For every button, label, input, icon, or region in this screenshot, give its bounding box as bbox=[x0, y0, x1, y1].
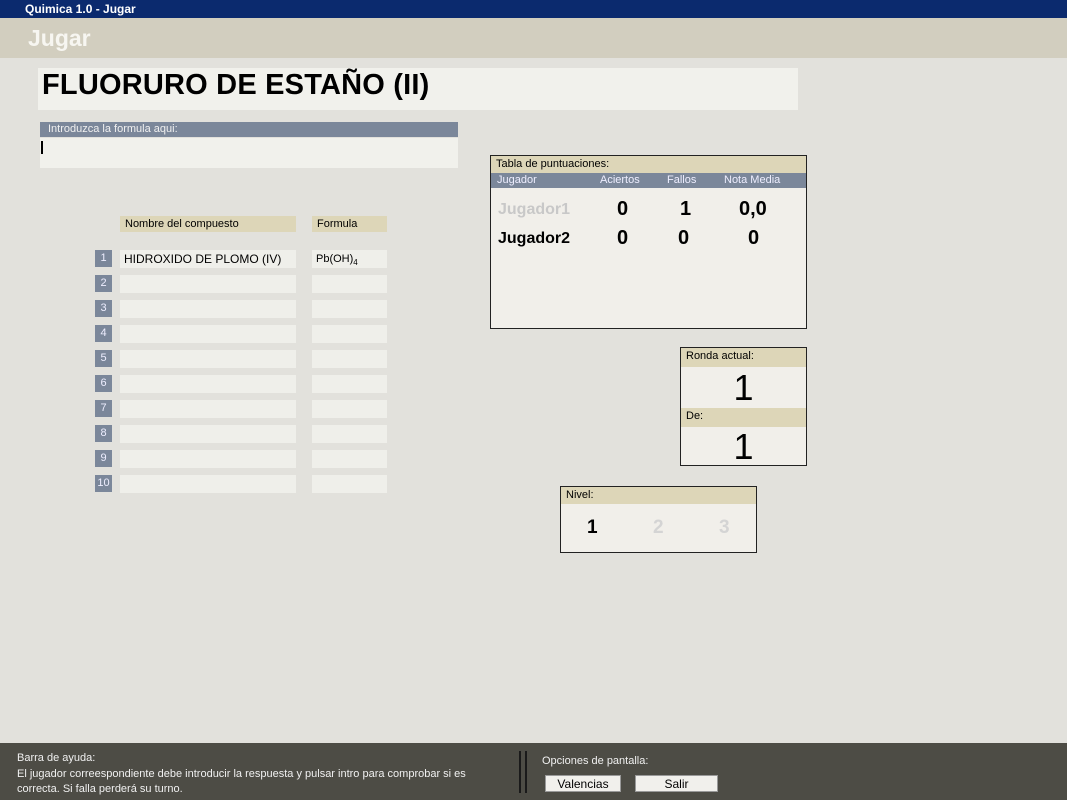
compound-display: FLUORURO DE ESTAÑO (II) bbox=[38, 68, 798, 110]
row-number: 2 bbox=[95, 275, 112, 292]
level-option[interactable]: 1 bbox=[587, 517, 598, 539]
valencias-button[interactable]: Valencias bbox=[545, 775, 621, 792]
row-number: 5 bbox=[95, 350, 112, 367]
level-label: Nivel: bbox=[561, 487, 756, 504]
compound-name-cell bbox=[120, 350, 296, 368]
formula-cell bbox=[312, 475, 387, 493]
divider bbox=[525, 751, 527, 793]
formula-cell bbox=[312, 325, 387, 343]
level-option[interactable]: 3 bbox=[719, 517, 730, 539]
row-number: 1 bbox=[95, 250, 112, 267]
formula-cell bbox=[312, 425, 387, 443]
round-total: 1 bbox=[733, 426, 754, 467]
compound-name-cell bbox=[120, 300, 296, 318]
player-fails: 0 bbox=[678, 227, 690, 249]
compound-name-cell bbox=[120, 275, 296, 293]
page-title: Jugar bbox=[28, 25, 91, 51]
compound-name-cell bbox=[120, 475, 296, 493]
formula-subscript: 4 bbox=[353, 258, 358, 268]
header-fails: Fallos bbox=[667, 174, 697, 186]
player-hits: 0 bbox=[617, 227, 629, 249]
formula-cell bbox=[312, 300, 387, 318]
level-option[interactable]: 2 bbox=[653, 517, 664, 539]
formula-cell bbox=[312, 400, 387, 418]
header-avg: Nota Media bbox=[724, 174, 781, 186]
formula-cell: Pb(OH)4 bbox=[312, 250, 387, 268]
help-bar: Barra de ayuda: El jugador correespondie… bbox=[0, 743, 1067, 800]
round-current: 1 bbox=[733, 367, 754, 408]
formula-cell bbox=[312, 350, 387, 368]
compound-name: FLUORURO DE ESTAÑO (II) bbox=[42, 69, 430, 101]
round-label: Ronda actual: bbox=[681, 348, 806, 367]
round-panel: Ronda actual: 1 De: 1 bbox=[680, 347, 807, 467]
help-title: Barra de ayuda: bbox=[17, 752, 96, 764]
formula-cell bbox=[312, 275, 387, 293]
row-number: 6 bbox=[95, 375, 112, 392]
divider bbox=[519, 751, 521, 793]
player-avg: 0 bbox=[748, 227, 760, 249]
window-title: Quimica 1.0 - Jugar bbox=[25, 2, 136, 16]
player-row: Jugador2 0 0 0 bbox=[491, 227, 806, 253]
player-avg: 0,0 bbox=[739, 198, 767, 220]
level-panel: Nivel: 1 2 3 bbox=[560, 486, 757, 553]
compound-name-cell: HIDROXIDO DE PLOMO (IV) bbox=[120, 250, 296, 268]
score-table: Tabla de puntuaciones: Jugador Aciertos … bbox=[490, 155, 807, 329]
formula-text: Pb(OH) bbox=[316, 253, 354, 265]
player-fails: 1 bbox=[680, 198, 692, 220]
row-number: 10 bbox=[95, 475, 112, 492]
window-title-bar[interactable]: Quimica 1.0 - Jugar bbox=[0, 0, 1067, 18]
player-name: Jugador1 bbox=[498, 201, 571, 218]
page-header: Jugar bbox=[0, 18, 1067, 58]
formula-input[interactable] bbox=[40, 138, 458, 168]
exit-button[interactable]: Salir bbox=[635, 775, 718, 792]
formula-input-label: Introduzca la formula aqui: bbox=[40, 122, 458, 137]
row-number: 3 bbox=[95, 300, 112, 317]
compound-name-cell bbox=[120, 450, 296, 468]
compound-name-cell bbox=[120, 375, 296, 393]
round-total-label: De: bbox=[681, 408, 806, 427]
column-header-name: Nombre del compuesto bbox=[120, 216, 296, 232]
player-hits: 0 bbox=[617, 198, 629, 220]
compound-name-cell bbox=[120, 425, 296, 443]
formula-cell bbox=[312, 450, 387, 468]
player-row: Jugador1 0 1 0,0 bbox=[491, 198, 806, 224]
header-hits: Aciertos bbox=[600, 174, 640, 186]
text-caret bbox=[41, 141, 43, 154]
column-header-formula: Formula bbox=[312, 216, 387, 232]
header-player: Jugador bbox=[497, 174, 537, 186]
compound-name-cell bbox=[120, 325, 296, 343]
score-table-header-row: Jugador Aciertos Fallos Nota Media bbox=[491, 173, 806, 188]
formula-cell bbox=[312, 375, 387, 393]
row-number: 7 bbox=[95, 400, 112, 417]
row-number: 8 bbox=[95, 425, 112, 442]
row-number: 9 bbox=[95, 450, 112, 467]
screen-options-title: Opciones de pantalla: bbox=[542, 755, 649, 767]
help-text: El jugador correespondiente debe introdu… bbox=[17, 768, 466, 795]
player-name: Jugador2 bbox=[498, 230, 571, 247]
compound-name-cell bbox=[120, 400, 296, 418]
row-number: 4 bbox=[95, 325, 112, 342]
score-table-title: Tabla de puntuaciones: bbox=[491, 156, 806, 173]
